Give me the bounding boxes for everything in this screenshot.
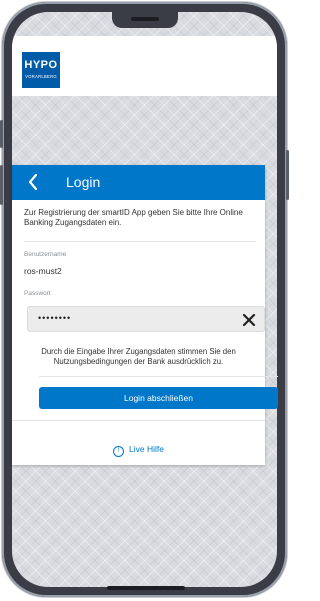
brand-logo-name: HYPO (24, 59, 58, 71)
close-icon[interactable] (242, 313, 256, 327)
chevron-left-icon[interactable] (24, 171, 44, 193)
password-label: Passwort (24, 290, 51, 297)
side-button (0, 165, 3, 205)
app-top-bar: HYPO VORARLBERG (12, 36, 277, 96)
live-help-label: Live Hilfe (129, 444, 164, 454)
speaker (131, 17, 159, 21)
notch (112, 12, 178, 28)
divider (24, 241, 256, 242)
divider (12, 420, 265, 421)
login-submit-button[interactable]: Login abschließen (39, 387, 278, 409)
username-label: Benutzername (24, 251, 67, 258)
divider (39, 376, 278, 377)
brand-logo-subtitle: VORARLBERG (25, 74, 57, 79)
side-button (0, 120, 3, 148)
consent-text: Durch die Eingabe Ihrer Zugangsdaten sti… (41, 347, 236, 366)
page-title: Login (66, 174, 101, 190)
password-field[interactable]: •••••••• (27, 306, 265, 332)
side-button (286, 150, 289, 200)
live-help-link[interactable]: ! Live Hilfe (12, 444, 265, 457)
brand-logo: HYPO VORARLBERG (22, 52, 60, 88)
username-field[interactable]: ros-must2 (24, 266, 62, 276)
card-header: Login (12, 165, 265, 200)
password-value: •••••••• (38, 313, 72, 323)
info-icon: ! (113, 446, 125, 457)
home-indicator (107, 586, 185, 590)
intro-text: Zur Registrierung der smartID App geben … (24, 208, 243, 227)
